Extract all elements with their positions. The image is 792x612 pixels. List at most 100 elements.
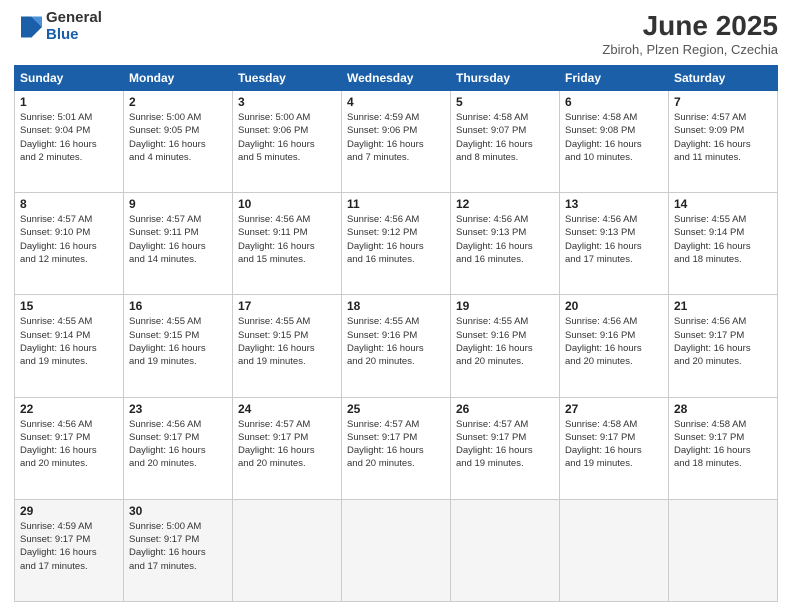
- calendar-cell: 4Sunrise: 4:59 AMSunset: 9:06 PMDaylight…: [342, 91, 451, 193]
- calendar-cell: 1 Sunrise: 5:01 AMSunset: 9:04 PMDaylight…: [15, 91, 124, 193]
- day-number: 20: [565, 299, 663, 313]
- logo: General Blue: [14, 10, 102, 43]
- day-info: Sunrise: 4:57 AMSunset: 9:09 PMDaylight:…: [674, 111, 772, 164]
- calendar-cell: 25 Sunrise: 4:57 AMSunset: 9:17 PMDayligh…: [342, 397, 451, 499]
- calendar-cell: 8Sunrise: 4:57 AMSunset: 9:10 PMDaylight…: [15, 193, 124, 295]
- day-number: 5: [456, 95, 554, 109]
- day-info: Sunrise: 4:58 AMSunset: 9:17 PMDaylight:…: [565, 418, 663, 471]
- day-info: Sunrise: 4:56 AMSunset: 9:17 PMDaylight:…: [129, 418, 227, 471]
- calendar-cell: 24 Sunrise: 4:57 AMSunset: 9:17 PMDayligh…: [233, 397, 342, 499]
- day-number: 6: [565, 95, 663, 109]
- day-number: 13: [565, 197, 663, 211]
- calendar-cell: 16Sunrise: 4:55 AMSunset: 9:15 PMDayligh…: [124, 295, 233, 397]
- location: Zbiroh, Plzen Region, Czechia: [602, 42, 778, 57]
- day-number: 9: [129, 197, 227, 211]
- header-saturday: Saturday: [669, 66, 778, 91]
- day-info: Sunrise: 4:58 AMSunset: 9:17 PMDaylight:…: [674, 418, 772, 471]
- day-info: Sunrise: 5:01 AMSunset: 9:04 PMDaylight:…: [20, 111, 118, 164]
- weekday-header-row: Sunday Monday Tuesday Wednesday Thursday…: [15, 66, 778, 91]
- day-info: Sunrise: 4:55 AMSunset: 9:14 PMDaylight:…: [674, 213, 772, 266]
- calendar-cell: [669, 499, 778, 601]
- header-sunday: Sunday: [15, 66, 124, 91]
- calendar-cell: [560, 499, 669, 601]
- day-number: 12: [456, 197, 554, 211]
- day-number: 30: [129, 504, 227, 518]
- calendar-cell: 13 Sunrise: 4:56 AMSunset: 9:13 PMDayligh…: [560, 193, 669, 295]
- calendar-cell: 5 Sunrise: 4:58 AMSunset: 9:07 PMDaylight…: [451, 91, 560, 193]
- calendar-cell: 9 Sunrise: 4:57 AMSunset: 9:11 PMDaylight…: [124, 193, 233, 295]
- day-number: 27: [565, 402, 663, 416]
- calendar-week-row: 15Sunrise: 4:55 AMSunset: 9:14 PMDayligh…: [15, 295, 778, 397]
- day-info: Sunrise: 4:59 AMSunset: 9:06 PMDaylight:…: [347, 111, 445, 164]
- calendar-cell: 20 Sunrise: 4:56 AMSunset: 9:16 PMDayligh…: [560, 295, 669, 397]
- logo-blue-text: Blue: [46, 27, 102, 44]
- calendar-cell: 11 Sunrise: 4:56 AMSunset: 9:12 PMDayligh…: [342, 193, 451, 295]
- day-info: Sunrise: 4:56 AMSunset: 9:13 PMDaylight:…: [565, 213, 663, 266]
- day-info: Sunrise: 4:55 AMSunset: 9:15 PMDaylight:…: [238, 315, 336, 368]
- day-info: Sunrise: 4:58 AMSunset: 9:08 PMDaylight:…: [565, 111, 663, 164]
- calendar-table: Sunday Monday Tuesday Wednesday Thursday…: [14, 65, 778, 602]
- day-info: Sunrise: 4:56 AMSunset: 9:17 PMDaylight:…: [674, 315, 772, 368]
- day-number: 24: [238, 402, 336, 416]
- day-number: 1: [20, 95, 118, 109]
- day-number: 25: [347, 402, 445, 416]
- calendar-cell: 12 Sunrise: 4:56 AMSunset: 9:13 PMDayligh…: [451, 193, 560, 295]
- calendar-cell: 2 Sunrise: 5:00 AMSunset: 9:05 PMDaylight…: [124, 91, 233, 193]
- calendar-cell: 15Sunrise: 4:55 AMSunset: 9:14 PMDayligh…: [15, 295, 124, 397]
- calendar-cell: 14Sunrise: 4:55 AMSunset: 9:14 PMDayligh…: [669, 193, 778, 295]
- day-number: 17: [238, 299, 336, 313]
- calendar-cell: 3Sunrise: 5:00 AMSunset: 9:06 PMDaylight…: [233, 91, 342, 193]
- day-number: 2: [129, 95, 227, 109]
- calendar-cell: 27 Sunrise: 4:58 AMSunset: 9:17 PMDayligh…: [560, 397, 669, 499]
- day-info: Sunrise: 4:56 AMSunset: 9:13 PMDaylight:…: [456, 213, 554, 266]
- day-info: Sunrise: 5:00 AMSunset: 9:06 PMDaylight:…: [238, 111, 336, 164]
- header-monday: Monday: [124, 66, 233, 91]
- header-wednesday: Wednesday: [342, 66, 451, 91]
- calendar-cell: 22Sunrise: 4:56 AMSunset: 9:17 PMDayligh…: [15, 397, 124, 499]
- calendar-cell: 26 Sunrise: 4:57 AMSunset: 9:17 PMDayligh…: [451, 397, 560, 499]
- page-header: General Blue June 2025 Zbiroh, Plzen Reg…: [14, 10, 778, 57]
- day-info: Sunrise: 4:56 AMSunset: 9:12 PMDaylight:…: [347, 213, 445, 266]
- day-number: 23: [129, 402, 227, 416]
- calendar-cell: 17 Sunrise: 4:55 AMSunset: 9:15 PMDayligh…: [233, 295, 342, 397]
- day-number: 19: [456, 299, 554, 313]
- calendar-cell: 7 Sunrise: 4:57 AMSunset: 9:09 PMDaylight…: [669, 91, 778, 193]
- day-number: 16: [129, 299, 227, 313]
- month-title: June 2025: [602, 10, 778, 42]
- calendar-cell: 10 Sunrise: 4:56 AMSunset: 9:11 PMDayligh…: [233, 193, 342, 295]
- calendar-cell: [233, 499, 342, 601]
- calendar-cell: 23 Sunrise: 4:56 AMSunset: 9:17 PMDayligh…: [124, 397, 233, 499]
- day-info: Sunrise: 4:55 AMSunset: 9:16 PMDaylight:…: [347, 315, 445, 368]
- day-info: Sunrise: 4:56 AMSunset: 9:16 PMDaylight:…: [565, 315, 663, 368]
- day-info: Sunrise: 4:56 AMSunset: 9:11 PMDaylight:…: [238, 213, 336, 266]
- day-info: Sunrise: 4:55 AMSunset: 9:14 PMDaylight:…: [20, 315, 118, 368]
- day-info: Sunrise: 4:57 AMSunset: 9:17 PMDaylight:…: [347, 418, 445, 471]
- day-info: Sunrise: 4:57 AMSunset: 9:17 PMDaylight:…: [238, 418, 336, 471]
- day-info: Sunrise: 4:57 AMSunset: 9:17 PMDaylight:…: [456, 418, 554, 471]
- logo-general-text: General: [46, 10, 102, 27]
- day-number: 8: [20, 197, 118, 211]
- calendar-cell: 21 Sunrise: 4:56 AMSunset: 9:17 PMDayligh…: [669, 295, 778, 397]
- day-number: 10: [238, 197, 336, 211]
- day-info: Sunrise: 5:00 AMSunset: 9:05 PMDaylight:…: [129, 111, 227, 164]
- header-thursday: Thursday: [451, 66, 560, 91]
- calendar-cell: 29Sunrise: 4:59 AMSunset: 9:17 PMDayligh…: [15, 499, 124, 601]
- day-info: Sunrise: 4:59 AMSunset: 9:17 PMDaylight:…: [20, 520, 118, 573]
- day-info: Sunrise: 4:58 AMSunset: 9:07 PMDaylight:…: [456, 111, 554, 164]
- title-area: June 2025 Zbiroh, Plzen Region, Czechia: [602, 10, 778, 57]
- day-number: 21: [674, 299, 772, 313]
- day-info: Sunrise: 5:00 AMSunset: 9:17 PMDaylight:…: [129, 520, 227, 573]
- calendar-cell: 28 Sunrise: 4:58 AMSunset: 9:17 PMDayligh…: [669, 397, 778, 499]
- day-number: 28: [674, 402, 772, 416]
- calendar-cell: 30 Sunrise: 5:00 AMSunset: 9:17 PMDayligh…: [124, 499, 233, 601]
- calendar-cell: [451, 499, 560, 601]
- day-number: 7: [674, 95, 772, 109]
- calendar-week-row: 22Sunrise: 4:56 AMSunset: 9:17 PMDayligh…: [15, 397, 778, 499]
- calendar-week-row: 8Sunrise: 4:57 AMSunset: 9:10 PMDaylight…: [15, 193, 778, 295]
- calendar-week-row: 1 Sunrise: 5:01 AMSunset: 9:04 PMDaylight…: [15, 91, 778, 193]
- day-info: Sunrise: 4:57 AMSunset: 9:11 PMDaylight:…: [129, 213, 227, 266]
- day-number: 11: [347, 197, 445, 211]
- day-number: 18: [347, 299, 445, 313]
- logo-icon: [14, 13, 42, 41]
- day-number: 26: [456, 402, 554, 416]
